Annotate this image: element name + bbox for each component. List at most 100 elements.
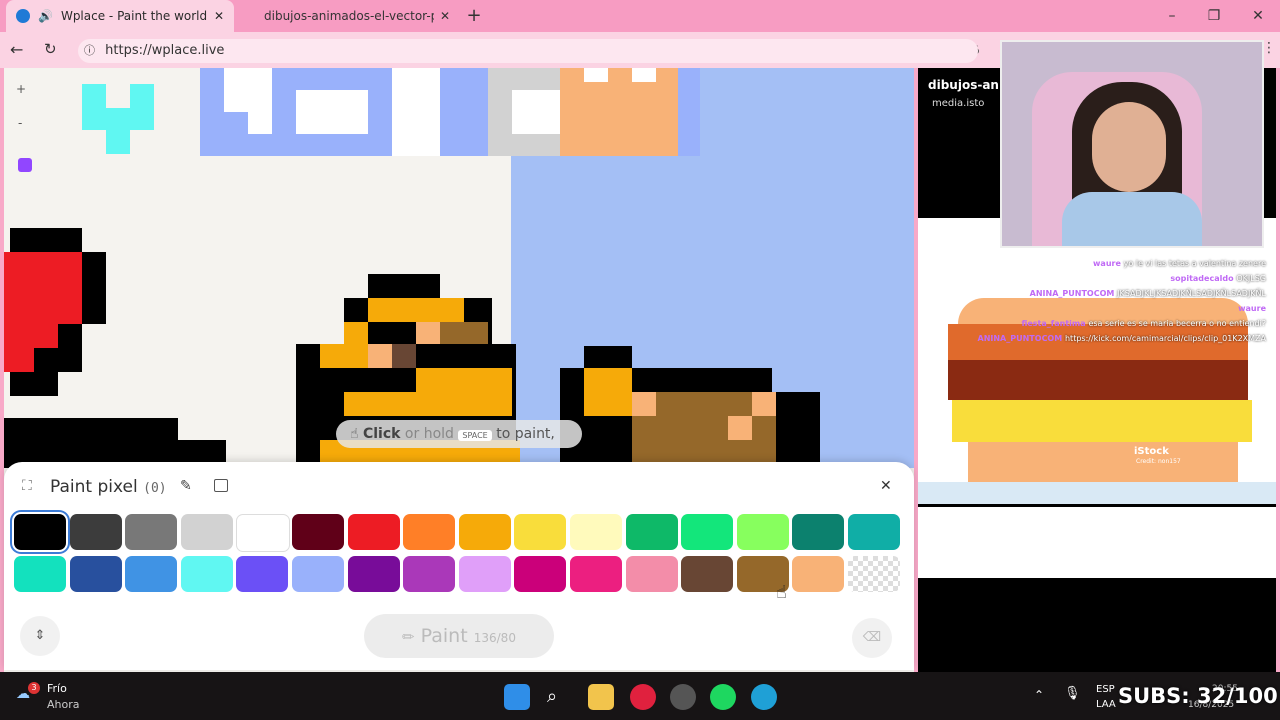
tab-bar: 🔊 Wplace - Paint the world ✕ dibujos-ani… xyxy=(0,0,1280,32)
chat-text: OKJLSG xyxy=(1236,274,1266,283)
color-swatch[interactable] xyxy=(292,556,344,592)
color-swatch[interactable] xyxy=(514,514,567,550)
url-field[interactable]: ⓘ https://wplace.live xyxy=(78,39,978,63)
opera-icon[interactable] xyxy=(630,684,656,710)
reload-icon[interactable]: ↻ xyxy=(44,40,57,58)
color-swatch[interactable] xyxy=(347,514,400,550)
color-swatch[interactable] xyxy=(69,556,122,592)
canvas-pixel-block xyxy=(608,416,632,468)
subs-counter: SUBS: 32/100 xyxy=(1118,684,1278,708)
lang-layout[interactable]: LAA xyxy=(1096,699,1116,710)
canvas-pixel-block xyxy=(106,84,130,108)
canvas-pixel-block xyxy=(58,324,82,372)
color-swatch[interactable] xyxy=(236,556,289,592)
color-swatch[interactable] xyxy=(125,514,178,550)
color-swatch[interactable] xyxy=(681,556,734,592)
minimize-button[interactable]: – xyxy=(1162,6,1182,26)
color-swatch[interactable] xyxy=(625,514,678,550)
canvas-pixel-block xyxy=(10,372,34,396)
chat-text: yo le vi las tetas a valentina zenere xyxy=(1123,259,1266,268)
eraser-icon[interactable]: ⌫ xyxy=(852,618,892,658)
color-swatch[interactable] xyxy=(403,556,456,592)
file-explorer-icon[interactable] xyxy=(588,684,614,710)
spotify-icon[interactable] xyxy=(710,684,736,710)
chat-overlay: waure yo le vi las tetas a valentina zen… xyxy=(938,256,1267,346)
lang-code[interactable]: ESP xyxy=(1096,684,1115,695)
canvas-pixel-block xyxy=(772,392,820,468)
color-swatch[interactable] xyxy=(458,556,511,592)
canvas-pixel-block xyxy=(416,368,512,416)
audio-icon[interactable]: 🔊 xyxy=(38,9,53,23)
color-swatch[interactable] xyxy=(180,514,233,550)
color-swatch[interactable] xyxy=(792,556,845,592)
tray-arrow-icon[interactable]: ⌃ xyxy=(1034,688,1044,702)
mouse-cursor-icon: ☝ xyxy=(776,582,787,603)
search-icon[interactable]: ⌕ xyxy=(547,686,557,707)
color-swatch[interactable] xyxy=(236,514,291,552)
hand-icon: ☝ xyxy=(350,426,359,442)
more-icon[interactable]: ⋮ xyxy=(1262,40,1276,56)
mic-icon[interactable]: 🎙 xyxy=(1064,686,1081,701)
color-swatch[interactable] xyxy=(14,514,66,550)
edge-icon[interactable] xyxy=(751,684,777,710)
canvas-pixel-block xyxy=(584,368,632,416)
site-info-icon[interactable]: ⓘ xyxy=(84,44,95,57)
chat-username: waure xyxy=(1093,259,1124,268)
canvas-pixel-block xyxy=(296,90,368,134)
chat-username: fiesta_fantima xyxy=(1021,319,1089,328)
collapse-toggle-icon[interactable]: ⇕ xyxy=(20,616,60,656)
chat-message: fiesta_fantima esa serie es se maria bec… xyxy=(938,316,1266,331)
istock-credit: Credit: non157 xyxy=(1136,458,1181,465)
canvas-pixel-block xyxy=(584,68,608,82)
canvas-pixel-block xyxy=(224,68,272,112)
color-swatch[interactable] xyxy=(848,514,900,550)
color-swatch[interactable] xyxy=(681,514,734,550)
tab-wplace[interactable]: 🔊 Wplace - Paint the world ✕ xyxy=(6,0,234,32)
color-swatch[interactable] xyxy=(292,514,344,550)
color-swatch[interactable] xyxy=(69,514,122,550)
color-swatch[interactable] xyxy=(180,556,233,592)
canvas-pixel-block xyxy=(560,68,678,156)
color-swatch[interactable] xyxy=(625,556,678,592)
color-swatch[interactable] xyxy=(792,514,845,550)
paint-panel: ⛶ Paint pixel (0) ✎ ✕ ⇕ ✏ Paint 136/80 ⌫… xyxy=(4,462,914,670)
window-close-button[interactable]: ✕ xyxy=(1248,6,1268,26)
new-tab-button[interactable]: + xyxy=(464,6,484,26)
color-swatch[interactable] xyxy=(570,556,622,592)
zoom-out-button[interactable]: - xyxy=(18,116,22,130)
color-swatch[interactable] xyxy=(347,556,400,592)
paint-button[interactable]: ✏ Paint 136/80 xyxy=(364,614,554,658)
obs-icon[interactable] xyxy=(670,684,696,710)
burger-cheese xyxy=(952,400,1252,442)
tab-dibujos[interactable]: dibujos-animados-el-vector-pixel ✕ xyxy=(248,0,458,32)
zoom-in-button[interactable]: + xyxy=(16,82,26,96)
canvas-pixel-block xyxy=(392,344,416,368)
restore-button[interactable]: ❐ xyxy=(1204,6,1224,26)
color-swatch[interactable] xyxy=(570,514,622,550)
chat-text: JKSADJKLJKSADJKÑLSADJKÑLSADJKÑL xyxy=(1117,289,1266,298)
color-swatch[interactable] xyxy=(14,556,66,592)
transparent-color-swatch[interactable] xyxy=(848,556,900,592)
back-icon[interactable]: ← xyxy=(10,40,23,59)
canvas-pixel-block xyxy=(10,228,82,252)
canvas-pixel-block xyxy=(320,344,368,368)
color-swatch[interactable] xyxy=(736,514,789,550)
canvas-pixel-block xyxy=(368,344,392,368)
chat-text: esa serie es se maria becerra o no entie… xyxy=(1088,319,1266,328)
tab-close-icon[interactable]: ✕ xyxy=(214,9,224,23)
tab-close-icon[interactable]: ✕ xyxy=(440,9,450,23)
burger-patty xyxy=(948,360,1248,400)
color-swatch[interactable] xyxy=(458,514,511,550)
paint-charges: 136/80 xyxy=(473,631,516,645)
color-swatch[interactable] xyxy=(403,514,456,550)
twitch-icon[interactable] xyxy=(18,158,32,172)
canvas-pixel-block xyxy=(34,348,58,396)
chat-username: waure xyxy=(1238,304,1266,313)
color-swatch[interactable] xyxy=(125,556,178,592)
canvas-pixel-block xyxy=(344,392,416,416)
canvas-pixel-block xyxy=(344,322,368,344)
windows-start-icon[interactable] xyxy=(504,684,530,710)
canvas-pixel-block xyxy=(368,274,440,298)
color-swatch[interactable] xyxy=(514,556,567,592)
canvas-pixel-block xyxy=(512,90,560,134)
